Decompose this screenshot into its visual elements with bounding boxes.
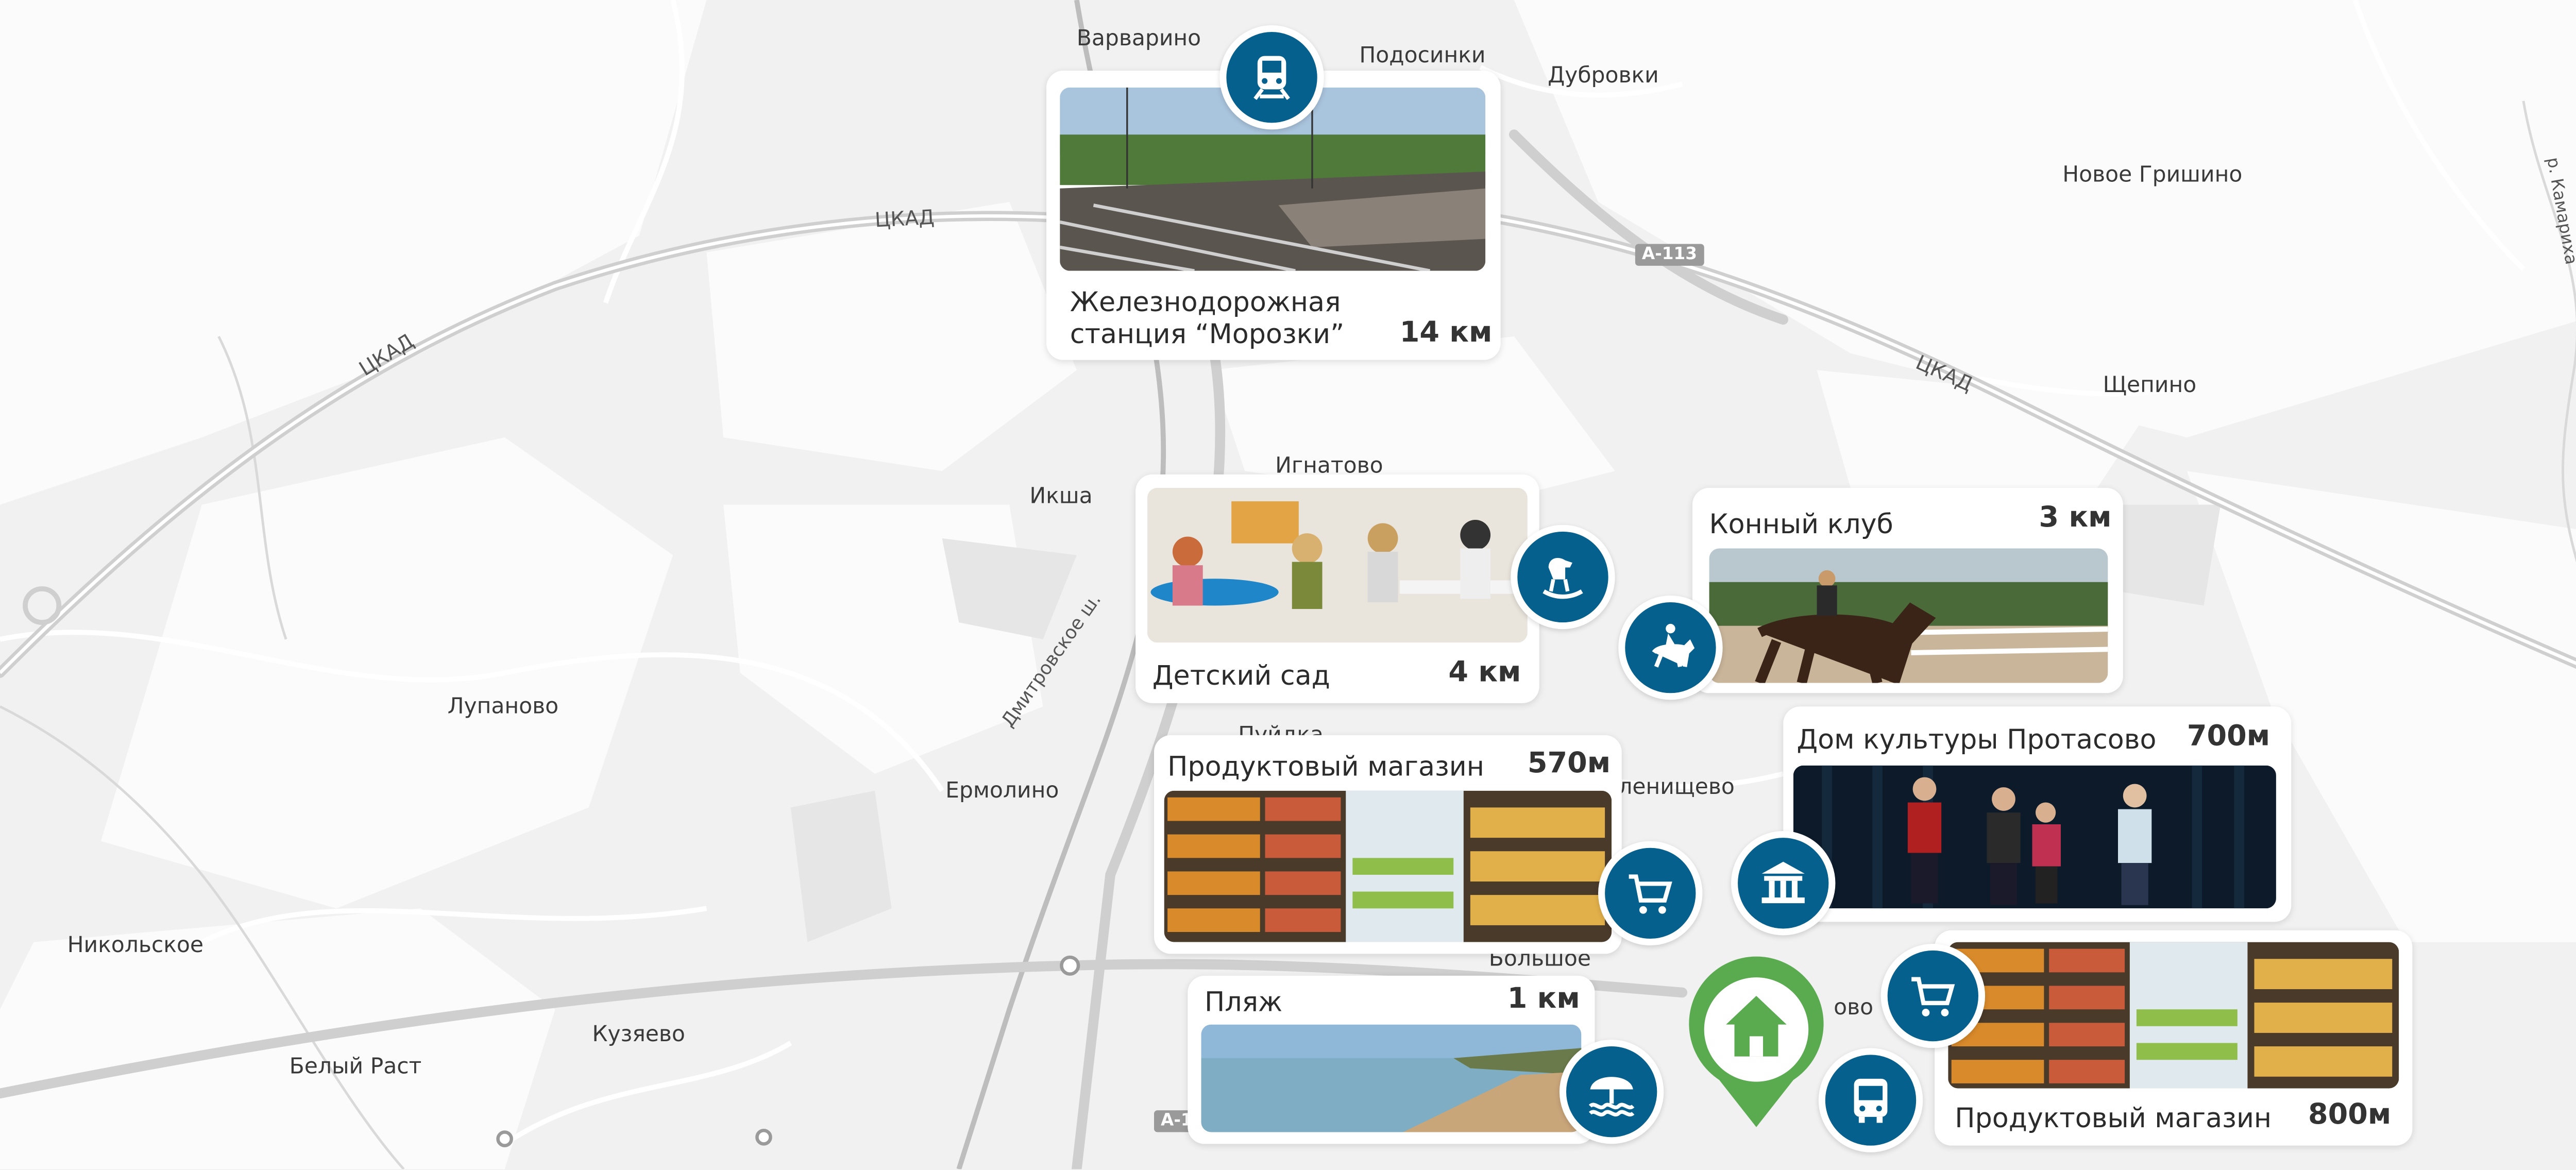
place-label: Ермолино [945,778,1059,804]
cart-icon [1911,977,1955,1016]
place-label: Дубровки [1548,64,1659,90]
poi-title: Конный клуб [1709,508,1893,540]
place-label: Варварино [1076,27,1201,53]
poi-distance: 4 км [1448,656,1521,690]
place-label: Лупаново [447,694,559,720]
poi-title: Пляж [1204,986,1283,1018]
place-label: Новое Гришино [2062,163,2243,189]
place-label: Кузяево [592,1023,685,1048]
poi-title: Детский сад [1152,659,1330,692]
poi-distance: 700м [2187,720,2270,754]
poi-title: Железнодорожная станция “Морозки” [1070,286,1345,350]
horse-rider-icon [1652,623,1695,668]
poi-title: Дом культуры Протасово [1797,723,2157,756]
poi-distance: 570м [1527,747,1611,781]
beach-umbrella-icon [1588,1077,1635,1117]
place-label: Щепино [2103,373,2197,399]
poi-photo [1948,942,2399,1089]
poi-distance: 3 км [2039,501,2112,535]
poi-photo [1709,548,2108,683]
rocking-horse-icon [1543,557,1583,599]
poi-card-grocery-2[interactable]: Продуктовый магазин 800м [1935,930,2413,1146]
museum-icon [1761,861,1805,904]
poi-title: Продуктовый магазин [1167,750,1484,783]
road-shield: А-113 [1635,244,1704,266]
poi-card-horse-club[interactable]: Конный клуб 3 км [1692,487,2123,693]
place-label: Белый Раст [289,1055,422,1080]
poi-badge-railway[interactable] [1219,25,1324,130]
poi-photo [1164,790,1612,942]
poi-badge-horse-club[interactable] [1618,595,1723,700]
place-label: Подосинки [1359,43,1486,69]
poi-distance: 14 км [1399,316,1493,350]
place-label: Никольское [67,934,204,959]
poi-photo [1147,487,1528,643]
place-label: Икша [1029,484,1093,510]
poi-card-kindergarten[interactable]: Детский сад 4 км [1136,474,1539,703]
train-icon [1253,56,1290,100]
place-label: ленищево [1618,775,1735,801]
poi-photo [1793,765,2276,909]
poi-badge-grocery-2[interactable] [1880,943,1986,1048]
poi-card-grocery-1[interactable]: Продуктовый магазин 570м [1154,735,1622,954]
poi-badge-bus[interactable] [1818,1048,1923,1152]
poi-card-beach[interactable]: Пляж 1 км [1188,975,1595,1144]
poi-card-culture-house[interactable]: Дом культуры Протасово 700м [1783,706,2292,922]
poi-badge-grocery-1[interactable] [1598,841,1703,946]
poi-badge-kindergarten[interactable] [1511,524,1615,630]
poi-badge-beach[interactable] [1559,1039,1664,1144]
road-label: ЦКАД [874,205,935,232]
poi-title: Продуктовый магазин [1955,1101,2272,1134]
poi-distance: 800м [2308,1098,2392,1132]
bus-icon [1854,1078,1888,1123]
poi-distance: 1 км [1507,982,1580,1016]
poi-photo [1201,1024,1582,1132]
home-location-pin[interactable] [1679,952,1834,1127]
cart-icon [1629,874,1672,914]
poi-badge-culture-house[interactable] [1731,831,1836,936]
map-view[interactable]: Варварино Подосинки Дубровки Новое Гриши… [0,0,2576,1169]
place-label: ово [1834,996,1874,1022]
